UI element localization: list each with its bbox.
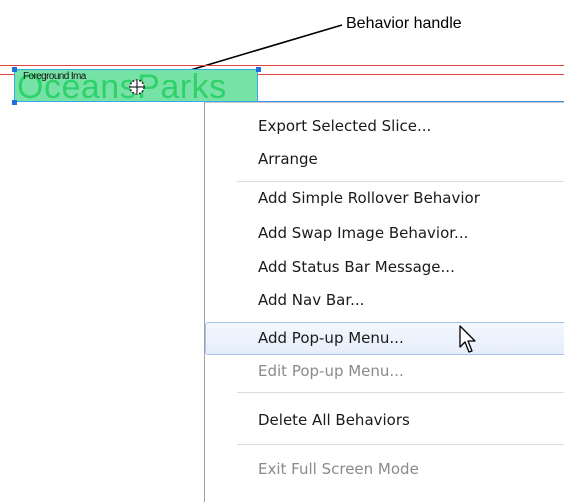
menu-item-add-simple-rollover[interactable]: Add Simple Rollover Behavior bbox=[205, 182, 564, 215]
selection-handle[interactable] bbox=[256, 67, 261, 72]
menu-item-add-popup-menu[interactable]: Add Pop-up Menu... bbox=[205, 322, 564, 355]
menu-separator bbox=[237, 444, 564, 445]
menu-item-export-selected-slice[interactable]: Export Selected Slice... bbox=[205, 110, 564, 143]
crosshair-circle-icon[interactable] bbox=[127, 77, 147, 97]
guide-line bbox=[0, 65, 564, 66]
selection-handle[interactable] bbox=[12, 100, 17, 105]
slice-name-label: Foreground Ima bbox=[23, 71, 86, 82]
menu-item-exit-full-screen[interactable]: Exit Full Screen Mode bbox=[205, 453, 564, 486]
menu-separator bbox=[237, 392, 564, 393]
menu-item-add-nav-bar[interactable]: Add Nav Bar... bbox=[205, 284, 564, 317]
context-menu: Export Selected Slice... Arrange Add Sim… bbox=[204, 102, 564, 502]
selection-handle[interactable] bbox=[12, 67, 17, 72]
menu-item-delete-all-behaviors[interactable]: Delete All Behaviors bbox=[205, 404, 564, 437]
menu-item-add-status-bar-message[interactable]: Add Status Bar Message... bbox=[205, 251, 564, 284]
menu-item-edit-popup-menu[interactable]: Edit Pop-up Menu... bbox=[205, 355, 564, 388]
menu-item-add-swap-image[interactable]: Add Swap Image Behavior... bbox=[205, 217, 564, 250]
mouse-pointer-icon bbox=[459, 325, 476, 353]
menu-item-arrange[interactable]: Arrange bbox=[205, 143, 564, 176]
